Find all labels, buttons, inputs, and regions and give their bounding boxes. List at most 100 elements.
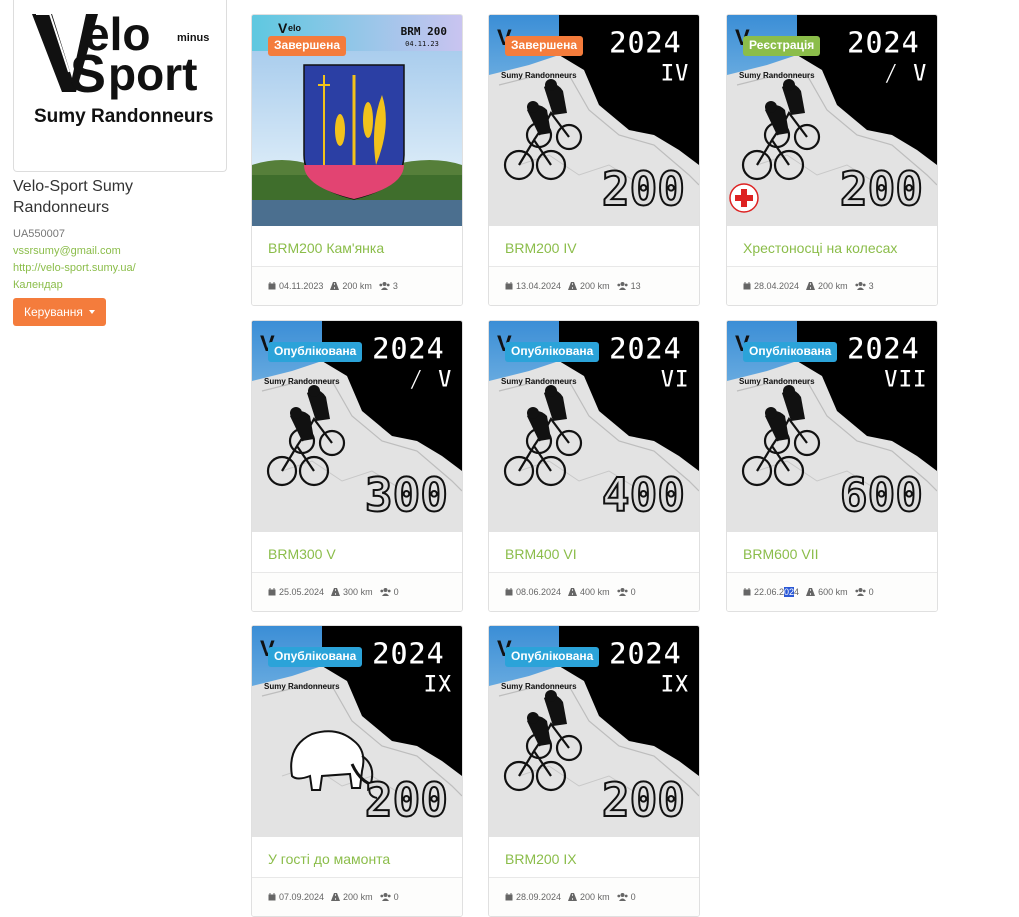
event-date: 13.04.2024 [505,281,561,291]
svg-text:Sumy Randonneurs: Sumy Randonneurs [264,682,340,691]
event-distance-value: 200 km [343,892,373,902]
svg-text:Sumy Randonneurs: Sumy Randonneurs [264,377,340,386]
event-title-link[interactable]: BRM300 V [268,545,336,563]
svg-text:elo: elo [288,23,302,33]
event-title-link[interactable]: Хрестоносці на колесах [743,239,897,257]
event-card[interactable]: V S Sumy Randonneurs2024 VI 400Опубліков… [488,320,700,612]
users-icon [379,588,391,596]
club-sidebar: elo minus S port Sumy Randonneurs Velo-S… [13,0,227,326]
event-title-link[interactable]: BRM400 VI [505,545,577,563]
event-participants-value: 3 [868,281,874,291]
club-code: UA550007 [13,228,65,240]
users-icon [854,588,866,596]
velo-sport-logo-icon: elo minus S port Sumy Randonneurs [32,8,213,127]
event-title-link[interactable]: BRM200 IV [505,239,577,257]
svg-text:BRM 200: BRM 200 [401,25,447,38]
svg-text:IV: IV [660,59,689,87]
event-date: 07.09.2024 [268,892,324,902]
event-distance: 400 km [568,587,610,597]
event-distance: 200 km [330,281,372,291]
event-card[interactable]: V elo BRM 200 04.11.23 Завершена BRM200 К… [251,14,463,306]
status-badge: Реєстрація [743,36,821,56]
users-icon [854,282,866,290]
event-date-value: 25.05.2024 [279,587,325,597]
date-text: 4 [794,587,800,597]
svg-text:Sumy Randonneurs: Sumy Randonneurs [501,71,577,80]
svg-text:2024: 2024 [609,637,681,672]
event-participants: 3 [854,281,874,291]
event-meta-footer: 22.06.2024 600 km 0 [727,572,937,611]
status-badge: Опублікована [743,342,838,362]
event-distance: 300 km [331,587,373,597]
event-meta-footer: 28.09.2024 200 km 0 [489,877,699,916]
svg-text:minus: minus [177,32,209,44]
club-name: Velo-Sport Sumy Randonneurs [13,178,134,216]
event-date: 22.06.2024 [743,587,799,597]
event-title-link[interactable]: BRM200 IX [505,850,577,868]
road-icon [568,588,578,596]
event-distance-value: 400 km [580,587,610,597]
event-date: 25.05.2024 [268,587,324,597]
users-icon [379,893,391,901]
road-icon [568,893,578,901]
event-title-link[interactable]: BRM200 Кам'янка [268,239,384,257]
svg-text:2024: 2024 [609,26,681,61]
event-date: 28.04.2024 [743,281,799,291]
club-email-link[interactable]: vssrsumy@gmail.com [13,243,227,260]
event-meta-footer: 28.04.2024 200 km 3 [727,266,937,305]
event-distance-value: 200 km [580,281,610,291]
event-participants-value: 0 [393,892,399,902]
calendar-icon [743,282,751,290]
svg-text:200: 200 [365,773,448,827]
event-participants-value: 0 [630,587,636,597]
event-date-value: 13.04.2024 [516,281,562,291]
users-icon [379,282,390,290]
road-icon [806,588,816,596]
svg-text:VII: VII [884,365,927,393]
event-card[interactable]: V S Sumy Randonneurs2024 VII 600Опубліко… [726,320,938,612]
users-icon [616,588,628,596]
club-website-link[interactable]: http://velo-sport.sumy.ua/ [13,260,227,277]
calendar-icon [743,588,751,596]
svg-text:2024: 2024 [372,332,444,367]
event-card[interactable]: V S Sumy Randonneurs2024 IV 200Завершена… [488,14,700,306]
manage-dropdown-button[interactable]: Керування [13,298,106,326]
event-distance: 200 km [806,281,848,291]
date-text: 22.06.2 [754,587,785,597]
event-card[interactable]: V S Sumy Randonneurs2024 / V 200 Реєстра… [726,14,938,306]
svg-text:/ V: / V [884,59,927,87]
svg-text:VI: VI [660,365,689,393]
event-distance-value: 600 km [818,587,848,597]
svg-text:200: 200 [840,162,923,216]
event-title-link[interactable]: BRM600 VII [743,545,818,563]
event-distance: 200 km [568,281,610,291]
coat-of-arms-icon [303,64,405,200]
event-date-value: 04.11.2023 [279,281,324,291]
calendar-icon [268,282,276,290]
caret-down-icon [88,310,95,314]
road-icon [568,282,578,290]
event-meta-footer: 08.06.2024 400 km 0 [489,572,699,611]
event-card[interactable]: V S Sumy Randonneurs2024 IX 200Опубліков… [488,625,700,917]
manage-button-label: Керування [24,305,83,319]
svg-text:Sumy Randonneurs: Sumy Randonneurs [739,377,815,386]
event-date-value: 08.06.2024 [516,587,562,597]
event-card[interactable]: V S Sumy Randonneurs2024 / V 300Опубліко… [251,320,463,612]
calendar-link[interactable]: Календар [13,277,227,294]
event-participants: 3 [379,281,398,291]
road-icon [331,588,341,596]
event-distance: 200 km [331,892,373,902]
svg-text:300: 300 [365,468,448,522]
calendar-icon [505,893,513,901]
event-participants: 0 [379,587,399,597]
svg-text:200: 200 [602,773,685,827]
svg-text:2024: 2024 [372,637,444,672]
svg-text:2024: 2024 [609,332,681,367]
event-meta-footer: 07.09.2024 200 km 0 [252,877,462,916]
event-title-link[interactable]: У гості до мамонта [268,850,390,868]
event-date-value: 22.06.2024 [754,587,799,597]
club-logo: elo minus S port Sumy Randonneurs [13,0,227,172]
event-distance-value: 200 km [342,281,372,291]
event-card[interactable]: V S Sumy Randonneurs2024 IX 200Опубліков… [251,625,463,917]
calendar-icon [268,588,276,596]
